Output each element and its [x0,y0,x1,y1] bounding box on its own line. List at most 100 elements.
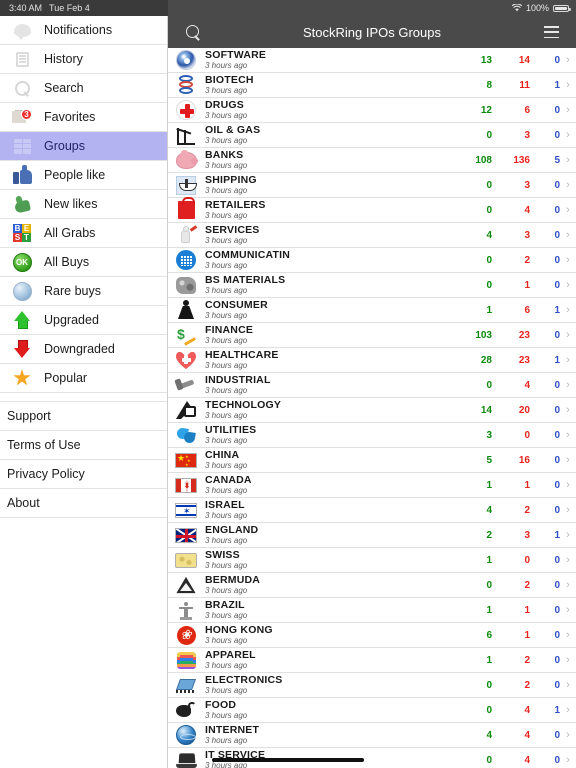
table-row[interactable]: RETAILERS 3 hours ago 0 4 0 › [168,197,576,223]
row-text: BS MATERIALS 3 hours ago [205,274,462,296]
groups-list[interactable]: SOFTWARE 3 hours ago 13 14 0 › BIOTECH 3 hours … [168,48,576,768]
table-row[interactable]: ★ ★ ★ ★ CHINA 3 hours ago 5 16 0 › [168,448,576,473]
globe-grey-icon [10,280,34,302]
table-row[interactable]: CANADA 3 hours ago 1 1 0 › [168,473,576,498]
count-green: 28 [480,354,492,366]
table-row[interactable]: BIOTECH 3 hours ago 8 11 1 › [168,73,576,98]
group-timestamp: 3 hours ago [205,661,248,670]
sidebar-item-favorites[interactable]: 3 Favorites [0,103,167,132]
group-timestamp: 3 hours ago [205,211,248,220]
count-green: 14 [480,404,492,416]
count-green: 1 [486,604,492,616]
sidebar-item-groups[interactable]: Groups [0,132,167,161]
table-row[interactable]: BS MATERIALS 3 hours ago 0 1 0 › [168,273,576,298]
sidebar-item-privacy-policy[interactable]: Privacy Policy [0,460,167,489]
table-row[interactable]: COMMUNICATIN 3 hours ago 0 2 0 › [168,248,576,273]
count-green: 0 [486,704,492,716]
navigation-bar: StockRing IPOs Groups [168,16,576,48]
group-name: CHINA [205,449,240,461]
chevron-right-icon: › [566,429,570,441]
group-timestamp: 3 hours ago [205,111,248,120]
table-row[interactable]: INDUSTRIAL 3 hours ago 0 4 0 › [168,373,576,398]
table-row[interactable]: SOFTWARE 3 hours ago 13 14 0 › [168,48,576,73]
group-name: SWISS [205,549,240,561]
table-row[interactable]: FOOD 3 hours ago 0 4 1 › [168,698,576,723]
table-row[interactable]: HEALTHCARE 3 hours ago 28 23 1 › [168,348,576,373]
count-green: 4 [486,729,492,741]
table-row[interactable]: SERVICES 3 hours ago 4 3 0 › [168,223,576,248]
sidebar-item-rare-buys[interactable]: Rare buys [0,277,167,306]
table-row[interactable]: UTILITIES 3 hours ago 3 0 0 › [168,423,576,448]
sidebar-item-popular[interactable]: Popular [0,364,167,393]
group-name: DRUGS [205,99,244,111]
shopping-bag-icon [173,197,199,221]
sidebar-item-support[interactable]: Support [0,402,167,431]
table-row[interactable]: APPAREL 3 hours ago 1 2 0 › [168,648,576,673]
sidebar-item-upgraded[interactable]: Upgraded [0,306,167,335]
group-timestamp: 3 hours ago [205,161,248,170]
sidebar-item-label: Popular [44,371,88,385]
count-green: 1 [486,304,492,316]
table-row[interactable]: SWISS 3 hours ago 1 0 0 › [168,548,576,573]
count-red: 3 [524,229,530,241]
sidebar-item-downgraded[interactable]: Downgraded [0,335,167,364]
chevron-right-icon: › [566,729,570,741]
sidebar-item-all-grabs[interactable]: BE ST All Grabs [0,219,167,248]
count-blue: 5 [554,154,560,166]
chevron-right-icon: › [566,354,570,366]
table-row[interactable]: OIL & GAS 3 hours ago 0 3 0 › [168,123,576,148]
sidebar-item-people-like[interactable]: People like [0,161,167,190]
count-blue: 0 [554,279,560,291]
bolt-wrench-icon [173,374,199,396]
count-red: 1 [524,479,530,491]
sidebar-item-new-likes[interactable]: New likes [0,190,167,219]
group-name: SOFTWARE [205,49,267,61]
row-text: SHIPPING 3 hours ago [205,174,462,196]
table-row[interactable]: CONSUMER 3 hours ago 1 6 1 › [168,298,576,323]
sidebar-item-about[interactable]: About [0,489,167,518]
group-name: SERVICES [205,224,260,236]
count-green: 0 [486,129,492,141]
table-row[interactable]: SHIPPING 3 hours ago 0 3 0 › [168,173,576,198]
hamburger-menu-icon[interactable] [540,21,562,43]
table-row[interactable]: BERMUDA 3 hours ago 0 2 0 › [168,573,576,598]
dna-helix-icon [173,74,199,96]
tech-device-icon [173,399,199,421]
sidebar-item-search[interactable]: Search [0,74,167,103]
table-row[interactable]: TECHNOLOGY 3 hours ago 14 20 0 › [168,398,576,423]
sidebar-item-all-buys[interactable]: OK All Buys [0,248,167,277]
group-timestamp: 3 hours ago [205,736,248,745]
table-row[interactable]: ❀ HONG KONG 3 hours ago 6 1 0 › [168,623,576,648]
count-blue: 0 [554,229,560,241]
count-red: 6 [524,104,530,116]
sidebar: Notifications History Search 3 Favorites… [0,16,168,768]
count-blue: 0 [554,454,560,466]
count-green: 1 [486,554,492,566]
count-blue: 0 [554,604,560,616]
sidebar-item-history[interactable]: History [0,45,167,74]
sidebar-item-notifications[interactable]: Notifications [0,16,167,45]
chevron-right-icon: › [566,254,570,266]
wifi-icon [511,3,523,12]
count-blue: 0 [554,579,560,591]
table-row[interactable]: ENGLAND 3 hours ago 2 3 1 › [168,523,576,548]
table-row[interactable]: $ FINANCE 3 hours ago 103 23 0 › [168,323,576,348]
count-blue: 0 [554,204,560,216]
count-green: 0 [486,179,492,191]
count-blue: 0 [554,404,560,416]
group-name: BIOTECH [205,74,254,86]
table-row[interactable]: DRUGS 3 hours ago 12 6 0 › [168,98,576,123]
table-row[interactable]: ✶ ISRAEL 3 hours ago 4 2 0 › [168,498,576,523]
sidebar-item-label: All Grabs [44,226,96,240]
search-icon[interactable] [182,21,204,43]
sidebar-item-terms-of-use[interactable]: Terms of Use [0,431,167,460]
table-row[interactable]: ELECTRONICS 3 hours ago 0 2 0 › [168,673,576,698]
chevron-right-icon: › [566,654,570,666]
chevron-right-icon: › [566,304,570,316]
group-timestamp: 3 hours ago [205,711,248,720]
row-text: CONSUMER 3 hours ago [205,299,462,321]
chevron-right-icon: › [566,104,570,116]
table-row[interactable]: BANKS 3 hours ago 108 136 5 › [168,148,576,173]
table-row[interactable]: BRAZIL 3 hours ago 1 1 0 › [168,598,576,623]
table-row[interactable]: INTERNET 3 hours ago 4 4 0 › [168,723,576,748]
